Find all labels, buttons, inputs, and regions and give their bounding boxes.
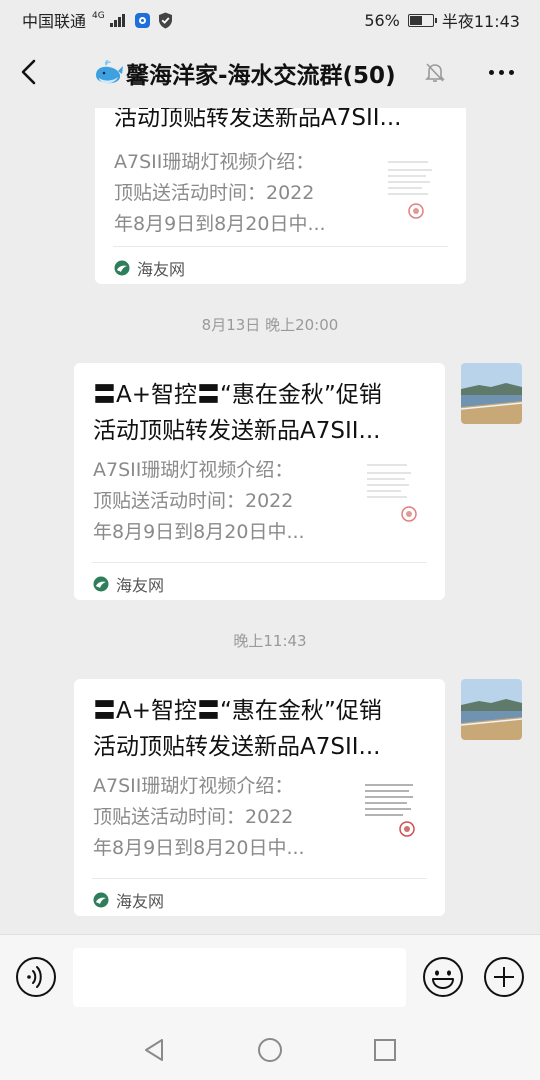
chat-area: 活动顶贴转发送新品A7SII... A7SII珊瑚灯视频介绍： 顶贴送活动时间：… <box>0 108 540 934</box>
status-bar: 中国联通 4G 56% 半夜11:43 <box>0 0 540 36</box>
carrier-label: 中国联通 <box>22 12 87 31</box>
haiyou-logo-icon <box>93 892 109 908</box>
shield-check-icon <box>158 12 172 28</box>
card-source: 海友网 <box>114 256 185 280</box>
card-divider <box>92 878 427 879</box>
card-desc-line: 顶贴送活动时间：2022 <box>93 490 294 512</box>
chat-header: 馨海洋家-海水交流群(50) <box>0 36 540 108</box>
mute-bell-icon <box>425 63 445 82</box>
card-title-line: 活动顶贴转发送新品A7SII... <box>93 734 381 760</box>
timestamp: 8月13日 晚上20:00 <box>201 316 339 334</box>
card-divider <box>92 562 427 563</box>
chat-title[interactable]: 馨海洋家-海水交流群(50) <box>94 56 396 90</box>
card-source-name: 海友网 <box>116 892 165 911</box>
card-desc-line: A7SII珊瑚灯视频介绍： <box>93 459 294 481</box>
card-title-line: 活动顶贴转发送新品A7SII... <box>93 418 381 444</box>
status-right: 56% 半夜11:43 <box>364 8 520 32</box>
avatar-beach-image <box>461 363 522 424</box>
message-input[interactable] <box>73 948 406 1007</box>
plus-icon[interactable] <box>483 956 525 998</box>
battery-icon <box>407 13 437 27</box>
status-left: 中国联通 4G <box>22 8 173 32</box>
card-divider <box>113 246 448 247</box>
whale-emoji-icon <box>96 60 123 84</box>
card-desc-line: A7SII珊瑚灯视频介绍： <box>93 775 294 797</box>
card-source: 海友网 <box>93 572 164 596</box>
page-title: 馨海洋家-海水交流群(50) <box>126 63 396 89</box>
card-thumbnail <box>367 464 417 522</box>
timestamp: 晚上11:43 <box>233 632 307 650</box>
card-desc-line: 顶贴送活动时间：2022 <box>93 806 294 828</box>
haiyou-logo-icon <box>93 576 109 592</box>
battery-percent: 56% <box>364 10 400 30</box>
card-desc-line: 年8月9日到8月20日中... <box>114 213 326 235</box>
card-desc-line: 年8月9日到8月20日中... <box>93 521 305 543</box>
voice-icon[interactable] <box>15 956 57 998</box>
app-notification-icon <box>134 12 150 28</box>
card-title-line: 〓A+智控〓“惠在金秋”促销 <box>93 698 382 724</box>
card-source-name: 海友网 <box>137 260 186 279</box>
back-arrow-icon[interactable] <box>14 56 44 88</box>
card-title: 〓A+智控〓“惠在金秋”促销 活动顶贴转发送新品A7SII... <box>93 693 423 765</box>
card-desc-line: 顶贴送活动时间：2022 <box>114 182 315 204</box>
card-title-line: 〓A+智控〓“惠在金秋”促销 <box>93 382 382 408</box>
nav-recents-icon[interactable] <box>371 1036 399 1064</box>
nav-back-icon[interactable] <box>141 1036 169 1064</box>
card-source-name: 海友网 <box>116 576 165 595</box>
card-title: 〓A+智控〓“惠在金秋”促销 活动顶贴转发送新品A7SII... <box>93 377 423 449</box>
nav-home-icon[interactable] <box>256 1036 284 1064</box>
avatar[interactable] <box>461 679 522 740</box>
card-thumbnail <box>365 784 415 837</box>
card-source: 海友网 <box>93 888 164 912</box>
card-description: A7SII珊瑚灯视频介绍： 顶贴送活动时间：2022 年8月9日到8月20日中.… <box>114 147 359 240</box>
network-type-label: 4G <box>92 10 105 21</box>
system-nav-bar <box>0 1020 540 1080</box>
card-description: A7SII珊瑚灯视频介绍： 顶贴送活动时间：2022 年8月9日到8月20日中.… <box>93 771 338 864</box>
card-description: A7SII珊瑚灯视频介绍： 顶贴送活动时间：2022 年8月9日到8月20日中.… <box>93 455 338 548</box>
link-card[interactable]: 活动顶贴转发送新品A7SII... A7SII珊瑚灯视频介绍： 顶贴送活动时间：… <box>95 108 466 284</box>
link-card[interactable]: 〓A+智控〓“惠在金秋”促销 活动顶贴转发送新品A7SII... A7SII珊瑚… <box>74 679 445 916</box>
haiyou-logo-icon <box>114 260 130 276</box>
clock: 半夜11:43 <box>441 12 520 31</box>
link-card[interactable]: 〓A+智控〓“惠在金秋”促销 活动顶贴转发送新品A7SII... A7SII珊瑚… <box>74 363 445 600</box>
card-desc-line: A7SII珊瑚灯视频介绍： <box>114 151 315 173</box>
avatar-beach-image <box>461 679 522 740</box>
card-desc-line: 年8月9日到8月20日中... <box>93 837 305 859</box>
emoji-icon[interactable] <box>422 956 464 998</box>
signal-icon <box>109 13 125 27</box>
card-title: 活动顶贴转发送新品A7SII... <box>114 108 402 131</box>
card-thumbnail <box>388 161 432 219</box>
more-dots-icon[interactable] <box>489 70 514 75</box>
input-bar <box>0 934 540 1021</box>
avatar[interactable] <box>461 363 522 424</box>
